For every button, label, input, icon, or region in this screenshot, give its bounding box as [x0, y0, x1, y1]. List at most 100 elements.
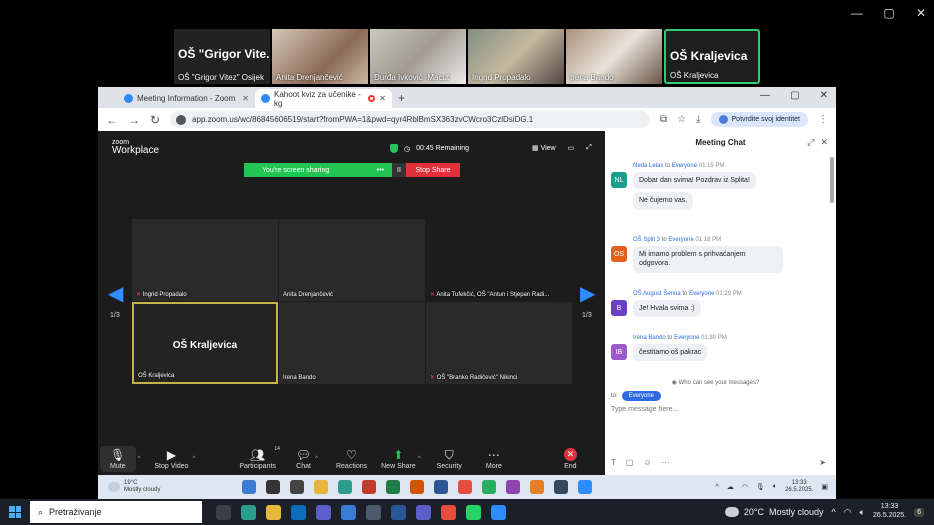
- download-icon[interactable]: ⤓: [696, 114, 700, 125]
- previous-page-icon[interactable]: ◀: [108, 281, 123, 306]
- file-explorer-icon[interactable]: [314, 480, 328, 494]
- end-button[interactable]: ✕ End: [563, 447, 577, 470]
- windows-icon[interactable]: [242, 480, 256, 494]
- strip-tile[interactable]: Irena Bando: [566, 29, 662, 84]
- mute-options-icon[interactable]: ^: [138, 456, 141, 462]
- pop-out-icon[interactable]: ⤢: [807, 137, 814, 148]
- strip-tile[interactable]: Ingrid Propadalo: [468, 29, 564, 84]
- more-button[interactable]: ⋯ More: [486, 448, 502, 470]
- reload-icon[interactable]: ↻: [150, 113, 160, 127]
- video-options-icon[interactable]: ^: [193, 456, 196, 462]
- mute-button[interactable]: 🎙︎ Mute: [100, 445, 136, 472]
- verify-identity-button[interactable]: Potvrdite svoj identitet: [710, 112, 808, 127]
- strip-tile[interactable]: Đurđa Ivković -Macut: [370, 29, 466, 84]
- next-page-icon[interactable]: ▶: [580, 281, 595, 306]
- view-button[interactable]: ▦ View: [532, 144, 556, 152]
- video-tile[interactable]: ✕ Ingrid Propadalo: [132, 219, 278, 301]
- task-view-icon[interactable]: [290, 480, 304, 494]
- excel-icon[interactable]: [386, 480, 400, 494]
- chat-button[interactable]: 💬︎ Chat: [296, 448, 311, 470]
- app-icon[interactable]: [554, 480, 568, 494]
- video-tile[interactable]: Irena Bando: [279, 302, 425, 384]
- edge-icon[interactable]: [338, 480, 352, 494]
- new-tab-button[interactable]: +: [392, 91, 411, 108]
- task-view-icon[interactable]: [216, 504, 231, 520]
- store-icon[interactable]: [316, 504, 331, 520]
- video-tile-selected[interactable]: OŠ Kraljevica OŠ Kraljevica: [132, 302, 278, 384]
- zoom-icon[interactable]: [491, 504, 506, 520]
- share-options-icon[interactable]: ^: [418, 456, 421, 462]
- back-icon[interactable]: ←: [106, 113, 118, 127]
- outlook-icon[interactable]: [291, 504, 306, 520]
- site-info-icon[interactable]: [176, 114, 187, 125]
- chevron-up-icon[interactable]: ^: [832, 507, 836, 517]
- forward-icon[interactable]: →: [128, 113, 140, 127]
- app-icon[interactable]: [366, 504, 381, 520]
- close-tab-icon[interactable]: ✕: [242, 94, 249, 103]
- close-icon[interactable]: ✕: [914, 6, 928, 20]
- format-icon[interactable]: T: [611, 458, 616, 467]
- app-icon[interactable]: [482, 480, 496, 494]
- share-more-button[interactable]: •••: [377, 167, 384, 174]
- emoji-icon[interactable]: ☺: [643, 458, 651, 467]
- app-icon[interactable]: [506, 480, 520, 494]
- chrome-icon[interactable]: [458, 480, 472, 494]
- weather-widget[interactable]: 20°C Mostly cloudy: [724, 507, 824, 517]
- strip-tile-active[interactable]: OŠ Kraljevica OŠ Kraljevica: [664, 29, 760, 84]
- strip-tile[interactable]: OŠ "Grigor Vite... OŠ "Grigor Vitez" Osi…: [174, 29, 270, 84]
- video-tile[interactable]: Anita Drenjančević: [279, 219, 425, 301]
- menu-kebab-icon[interactable]: ⋮: [818, 114, 828, 125]
- close-tab-icon[interactable]: ✕: [379, 94, 386, 103]
- chat-options-icon[interactable]: ^: [315, 456, 318, 462]
- translate-icon[interactable]: ⧉: [660, 114, 667, 125]
- weather-widget[interactable]: 19°C Mostly cloudy: [98, 480, 238, 494]
- pip-icon[interactable]: ▭: [568, 144, 575, 152]
- close-icon[interactable]: ✕: [820, 90, 828, 101]
- url-input[interactable]: app.zoom.us/wc/86845606519/start?fromPWA…: [170, 111, 650, 128]
- word-icon[interactable]: [391, 504, 406, 520]
- stop-video-button[interactable]: ▶︎ Stop Video: [154, 448, 188, 470]
- recipient-dropdown[interactable]: Everyone: [621, 391, 662, 401]
- chat-input[interactable]: Type message here...: [611, 406, 678, 413]
- powerpoint-icon[interactable]: [410, 480, 424, 494]
- stop-share-button[interactable]: Stop Share: [406, 163, 460, 177]
- pause-share-button[interactable]: II: [392, 163, 406, 177]
- new-share-button[interactable]: ⬆ New Share: [381, 448, 416, 470]
- more-dots-icon[interactable]: ⋯: [662, 458, 670, 467]
- word-icon[interactable]: [434, 480, 448, 494]
- file-icon[interactable]: ▢: [626, 458, 634, 467]
- send-icon[interactable]: ➤: [819, 458, 826, 467]
- chrome-icon[interactable]: [441, 504, 456, 520]
- tab-kahoot[interactable]: Kahoot kviz za učenike - kg ✕: [255, 89, 392, 108]
- notification-icon[interactable]: ▣: [821, 483, 828, 491]
- teams-icon[interactable]: [416, 504, 431, 520]
- maximize-icon[interactable]: ▢: [882, 6, 896, 20]
- notification-badge[interactable]: 6: [914, 507, 924, 517]
- acrobat-icon[interactable]: [362, 480, 376, 494]
- minimize-icon[interactable]: —: [850, 6, 864, 20]
- calendar-icon[interactable]: [341, 504, 356, 520]
- whatsapp-icon[interactable]: [466, 504, 481, 520]
- who-can-see-link[interactable]: ◉ Who can see your messages?: [605, 379, 826, 386]
- chevron-up-icon[interactable]: ^: [716, 484, 719, 491]
- edge-icon[interactable]: [241, 504, 256, 520]
- video-tile[interactable]: ✕ OŠ "Branko Radičević" Nikinci: [426, 302, 572, 384]
- start-button[interactable]: [0, 506, 30, 518]
- video-tile[interactable]: ✕ Anita Tufekčić, OŠ "Antun i Stjepan Ra…: [426, 219, 572, 301]
- tab-meeting-info[interactable]: Meeting Information - Zoom ✕: [118, 89, 255, 108]
- chrome-icon[interactable]: [578, 480, 592, 494]
- search-icon[interactable]: [266, 480, 280, 494]
- close-icon[interactable]: ✕: [820, 137, 828, 148]
- security-button[interactable]: ⛉ Security: [437, 448, 462, 470]
- bookmark-star-icon[interactable]: ☆: [677, 114, 686, 125]
- file-explorer-icon[interactable]: [266, 504, 281, 520]
- taskbar-search-input[interactable]: ⌕ Pretraživanje: [30, 501, 202, 523]
- fullscreen-icon[interactable]: ⤢: [586, 144, 592, 152]
- firefox-icon[interactable]: [530, 480, 544, 494]
- minimize-icon[interactable]: —: [760, 90, 770, 101]
- reactions-button[interactable]: ♡ Reactions: [336, 448, 367, 470]
- participants-button[interactable]: 👥︎ 14 Participants: [239, 446, 280, 470]
- strip-tile[interactable]: Anita Drenjančević: [272, 29, 368, 84]
- clock[interactable]: 13:33 26.5.2025.: [873, 503, 906, 521]
- maximize-icon[interactable]: ▢: [790, 90, 799, 101]
